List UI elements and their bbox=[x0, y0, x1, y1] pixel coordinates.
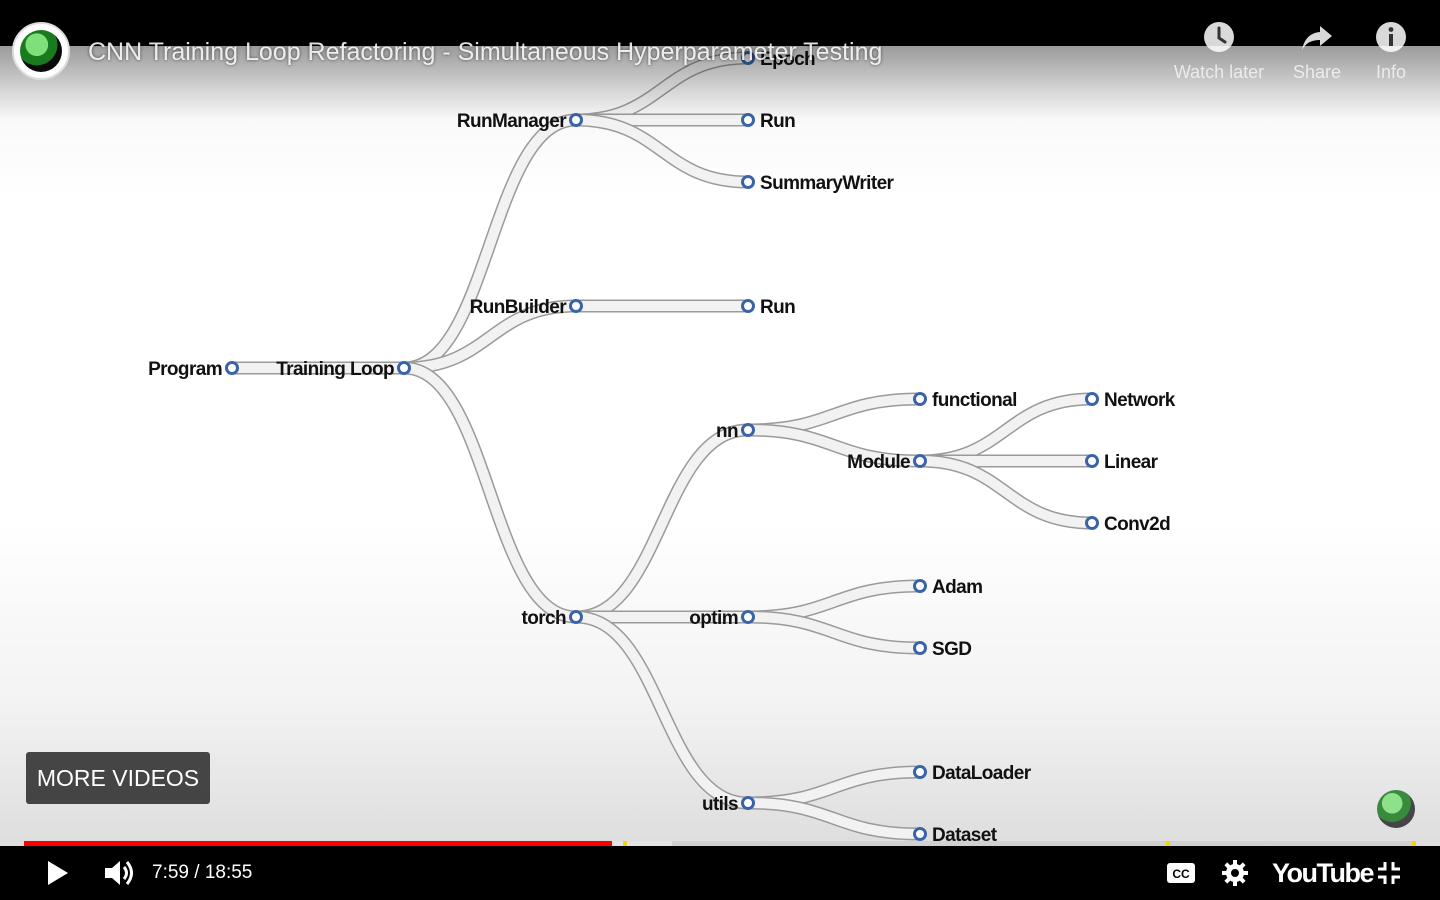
tree-node-run_builder-label: RunBuilder bbox=[470, 297, 568, 318]
tree-node-module-dot bbox=[913, 454, 927, 468]
tree-node-training_loop-label: Training Loop bbox=[276, 359, 394, 380]
tree-node-sgd-label: SGD bbox=[932, 639, 971, 660]
settings-button[interactable] bbox=[1218, 846, 1252, 900]
tree-node-run_b-label: Run bbox=[760, 297, 795, 318]
channel-logo-icon bbox=[20, 30, 62, 72]
tree-link-run_manager-summary_writer bbox=[571, 115, 753, 187]
tree-node-sgd-dot bbox=[913, 641, 927, 655]
gear-icon bbox=[1222, 860, 1248, 886]
tree-node-utils-label: utils bbox=[702, 794, 738, 815]
tree-node-dataloader-label: DataLoader bbox=[932, 763, 1032, 784]
tree-node-program-dot bbox=[225, 361, 239, 375]
tree-link-utils-dataset bbox=[743, 798, 925, 839]
tree-link-torch-utils bbox=[571, 612, 753, 808]
tree-node-run_builder-dot bbox=[569, 299, 583, 313]
tree-diagram: ProgramTraining LoopRunManagerEpochRunSu… bbox=[148, 49, 1176, 846]
tree-node-training_loop-dot bbox=[397, 361, 411, 375]
tree-node-network-label: Network bbox=[1104, 390, 1176, 411]
player-controls: 7:59 / 18:55 CC YouTube bbox=[0, 846, 1440, 900]
tree-link-module-conv2d bbox=[915, 456, 1097, 528]
tree-node-program-label: Program bbox=[148, 359, 222, 380]
play-button[interactable] bbox=[38, 846, 78, 900]
tree-node-torch-dot bbox=[569, 610, 583, 624]
tree-node-run_b-dot bbox=[741, 299, 755, 313]
exit-fullscreen-icon bbox=[1378, 862, 1400, 884]
tree-node-functional-dot bbox=[913, 392, 927, 406]
captions-button[interactable]: CC bbox=[1163, 846, 1199, 900]
tree-node-linear-dot bbox=[1085, 454, 1099, 468]
tree-node-torch-label: torch bbox=[521, 608, 566, 629]
tree-node-dataloader-dot bbox=[913, 765, 927, 779]
tree-node-utils-dot bbox=[741, 796, 755, 810]
tree-node-conv2d-dot bbox=[1085, 516, 1099, 530]
channel-avatar[interactable] bbox=[12, 22, 70, 80]
play-icon bbox=[48, 861, 68, 885]
tree-node-adam-dot bbox=[913, 579, 927, 593]
time-display: 7:59 / 18:55 bbox=[152, 862, 253, 883]
clock-icon bbox=[1202, 20, 1236, 54]
tree-link-torch-nn bbox=[571, 425, 753, 622]
info-button[interactable]: Info bbox=[1336, 20, 1440, 83]
share-arrow-icon bbox=[1300, 20, 1334, 54]
watch-later-label: Watch later bbox=[1173, 62, 1265, 82]
tree-node-summary_writer-label: SummaryWriter bbox=[760, 173, 895, 194]
info-icon bbox=[1374, 20, 1408, 54]
mute-button[interactable] bbox=[100, 846, 140, 900]
exit-fullscreen-button[interactable] bbox=[1372, 846, 1406, 900]
tree-node-nn-label: nn bbox=[716, 421, 738, 442]
youtube-logo[interactable]: YouTube bbox=[1272, 846, 1374, 900]
tree-link-optim-sgd bbox=[743, 612, 925, 653]
tree-node-optim-label: optim bbox=[689, 608, 738, 629]
tree-links bbox=[225, 51, 1099, 841]
info-label: Info bbox=[1375, 62, 1407, 82]
tree-node-adam-label: Adam bbox=[932, 577, 982, 598]
tree-node-module-label: Module bbox=[847, 452, 910, 473]
volume-icon bbox=[105, 861, 133, 885]
tree-node-conv2d-label: Conv2d bbox=[1104, 514, 1170, 535]
tree-node-summary_writer-dot bbox=[741, 175, 755, 189]
tree-node-nn-dot bbox=[741, 423, 755, 437]
watch-later-button[interactable]: Watch later bbox=[1164, 20, 1274, 83]
cc-icon: CC bbox=[1167, 863, 1195, 883]
tree-node-linear-label: Linear bbox=[1104, 452, 1159, 473]
tree-link-training_loop-torch bbox=[399, 363, 581, 622]
video-title[interactable]: CNN Training Loop Refactoring - Simultan… bbox=[88, 38, 882, 67]
tree-node-network-dot bbox=[1085, 392, 1099, 406]
channel-watermark-icon[interactable] bbox=[1377, 790, 1415, 828]
svg-text:CC: CC bbox=[1172, 867, 1190, 881]
video-frame[interactable]: ProgramTraining LoopRunManagerEpochRunSu… bbox=[0, 0, 1440, 900]
more-videos-button[interactable]: MORE VIDEOS bbox=[26, 752, 210, 804]
tree-nodes: ProgramTraining LoopRunManagerEpochRunSu… bbox=[148, 49, 1176, 846]
tree-node-optim-dot bbox=[741, 610, 755, 624]
tree-node-functional-label: functional bbox=[932, 390, 1017, 411]
tree-node-dataset-dot bbox=[913, 827, 927, 841]
